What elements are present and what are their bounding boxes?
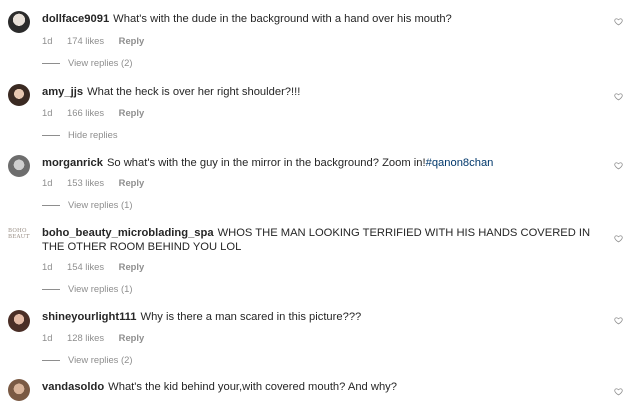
avatar[interactable] bbox=[8, 11, 30, 33]
view-replies-button[interactable]: View replies (1) bbox=[42, 283, 132, 294]
username-link[interactable]: vandasoldo bbox=[42, 381, 104, 393]
view-replies-button[interactable]: View replies (2) bbox=[42, 57, 132, 68]
comment-time: 1d bbox=[42, 261, 53, 272]
hide-replies-button[interactable]: Hide replies bbox=[42, 129, 118, 140]
comment-meta: 1d 166 likes Reply bbox=[42, 107, 156, 118]
view-replies-label: View replies (2) bbox=[68, 57, 133, 68]
comment-time: 1d bbox=[42, 177, 53, 188]
username-link[interactable]: boho_beauty_microblading_spa bbox=[42, 227, 214, 239]
comment-text: vandasoldo What's the kid behind your,wit… bbox=[42, 380, 610, 394]
hide-replies-label: Hide replies bbox=[68, 129, 118, 140]
heart-icon[interactable] bbox=[614, 316, 623, 325]
heart-icon[interactable] bbox=[614, 234, 623, 243]
username-link[interactable]: shineyourlight111 bbox=[42, 311, 137, 323]
reply-button[interactable]: Reply bbox=[119, 261, 145, 272]
comment-body: What the heck is over her right shoulder… bbox=[87, 86, 301, 98]
comment-body: Why is there a man scared in this pictur… bbox=[140, 311, 362, 323]
comment-meta: 1d 128 likes Reply bbox=[42, 332, 156, 343]
comment-meta: 1d 174 likes Reply bbox=[42, 35, 156, 46]
view-replies-label: View replies (2) bbox=[68, 354, 133, 365]
view-replies-label: View replies (1) bbox=[68, 283, 133, 294]
comment-body: What's with the dude in the background w… bbox=[113, 13, 452, 25]
comment-time: 1d bbox=[42, 35, 53, 46]
comment-text: morganrick So what's with the guy in the … bbox=[42, 156, 610, 170]
comment-meta: 1d 153 likes Reply bbox=[42, 177, 156, 188]
comment-body: So what's with the guy in the mirror in … bbox=[106, 157, 426, 169]
likes-count[interactable]: 153 likes bbox=[67, 177, 104, 188]
comment-time: 1d bbox=[42, 332, 53, 343]
comment-body: What's the kid behind your,with covered … bbox=[108, 381, 397, 393]
view-replies-button[interactable]: View replies (2) bbox=[42, 354, 132, 365]
boho-beauty-logo-icon[interactable]: BOHO BEAUTY bbox=[8, 228, 30, 250]
divider-line bbox=[42, 205, 60, 207]
username-link[interactable]: amy_jjs bbox=[42, 86, 83, 98]
reply-button[interactable]: Reply bbox=[119, 107, 145, 118]
divider-line bbox=[42, 289, 60, 291]
comment-text: amy_jjs What the heck is over her right s… bbox=[42, 85, 610, 99]
view-replies-button[interactable]: View replies (1) bbox=[42, 199, 132, 210]
avatar[interactable] bbox=[8, 379, 30, 401]
comment-text: boho_beauty_microblading_spa WHOS THE MAN… bbox=[42, 226, 610, 254]
reply-button[interactable]: Reply bbox=[119, 177, 145, 188]
reply-button[interactable]: Reply bbox=[119, 35, 145, 46]
reply-button[interactable]: Reply bbox=[119, 332, 145, 343]
comment-text: dollface9091 What's with the dude in the … bbox=[42, 12, 610, 26]
divider-line bbox=[42, 360, 60, 362]
likes-count[interactable]: 128 likes bbox=[67, 332, 104, 343]
username-link[interactable]: morganrick bbox=[42, 157, 103, 169]
comment-time: 1d bbox=[42, 107, 53, 118]
username-link[interactable]: dollface9091 bbox=[42, 13, 109, 25]
heart-icon[interactable] bbox=[614, 161, 623, 170]
likes-count[interactable]: 174 likes bbox=[67, 35, 104, 46]
heart-icon[interactable] bbox=[614, 387, 623, 396]
heart-icon[interactable] bbox=[614, 17, 623, 26]
avatar[interactable] bbox=[8, 310, 30, 332]
comment-text: shineyourlight111 Why is there a man scar… bbox=[42, 310, 610, 324]
likes-count[interactable]: 154 likes bbox=[67, 261, 104, 272]
heart-icon[interactable] bbox=[614, 92, 623, 101]
view-replies-label: View replies (1) bbox=[68, 199, 133, 210]
avatar[interactable] bbox=[8, 155, 30, 177]
comment-meta: 1d 154 likes Reply bbox=[42, 261, 156, 272]
avatar[interactable] bbox=[8, 84, 30, 106]
divider-line bbox=[42, 135, 60, 137]
hashtag-link[interactable]: #qanon8chan bbox=[426, 157, 494, 169]
likes-count[interactable]: 166 likes bbox=[67, 107, 104, 118]
divider-line bbox=[42, 63, 60, 65]
